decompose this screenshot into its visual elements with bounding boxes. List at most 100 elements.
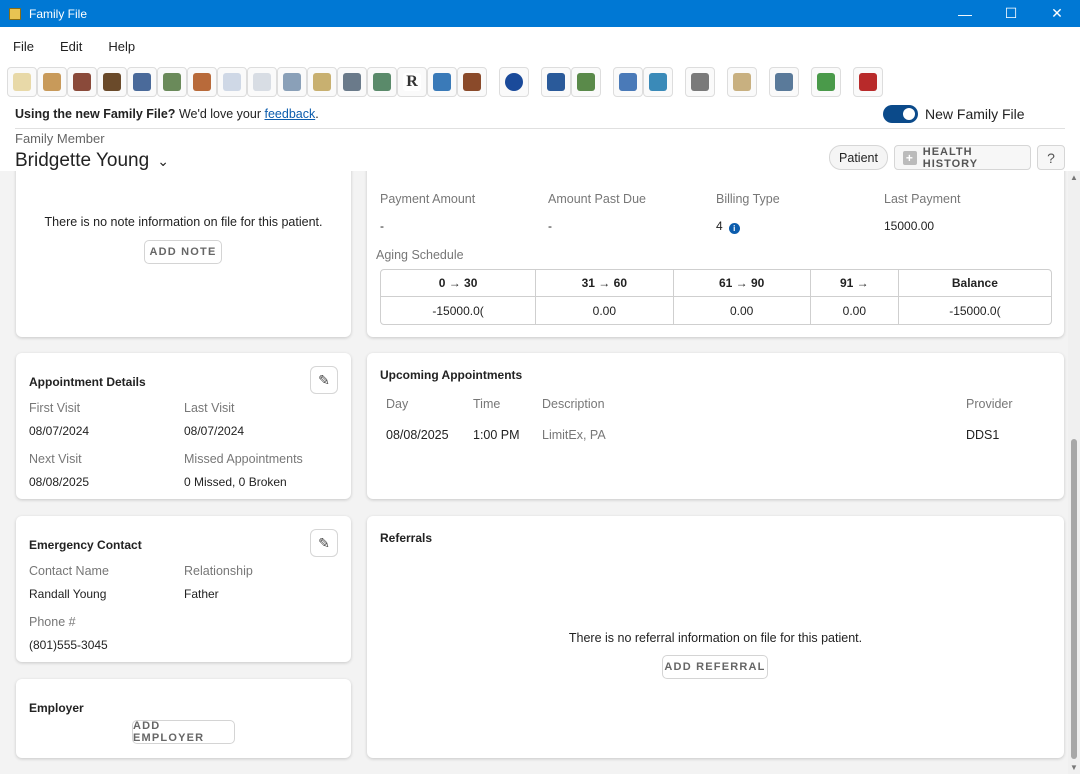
referral-button[interactable]	[811, 67, 841, 97]
referrals-card: Referrals There is no referral informati…	[367, 516, 1064, 758]
notepad-button[interactable]	[37, 67, 67, 97]
scroll-up-icon[interactable]: ▲	[1070, 173, 1078, 182]
menu-edit[interactable]: Edit	[47, 36, 95, 58]
pen-button[interactable]	[427, 67, 457, 97]
reader-icon	[859, 73, 877, 91]
billing-type-field: 4i	[716, 219, 740, 234]
certificate-button[interactable]	[769, 67, 799, 97]
scrollbar-thumb[interactable]	[1071, 439, 1077, 759]
provider-header: Provider	[966, 397, 1013, 411]
add-employer-button[interactable]: ADD EMPLOYER	[132, 720, 235, 744]
card-button[interactable]	[277, 67, 307, 97]
aging-schedule-table: 0 → 30 31 → 60 61 → 90 91 → Balance -150…	[380, 269, 1052, 325]
box-button[interactable]	[457, 67, 487, 97]
payment-amount-label: Payment Amount	[380, 192, 476, 206]
schedule-button[interactable]	[643, 67, 673, 97]
aging-value-row: -15000.0( 0.00 0.00 0.00 -15000.0(	[381, 297, 1051, 324]
appointment-provider[interactable]: DDS1	[966, 428, 999, 442]
scroll-icon	[733, 73, 751, 91]
billing-type-label: Billing Type	[716, 192, 780, 206]
document-icon	[373, 73, 391, 91]
new-family-file-toggle[interactable]	[883, 105, 918, 123]
amount-past-due-value: -	[548, 219, 552, 233]
scroll-down-icon[interactable]: ▼	[1070, 763, 1078, 772]
app-icon	[9, 7, 21, 20]
aging-header-balance: Balance	[898, 270, 1051, 297]
printer-icon	[691, 73, 709, 91]
printer-button[interactable]	[685, 67, 715, 97]
tooth-icon	[13, 73, 31, 91]
form-button[interactable]	[217, 67, 247, 97]
certificate-icon	[775, 73, 793, 91]
chair-icon	[103, 73, 121, 91]
next-visit-label: Next Visit	[29, 452, 82, 466]
info-icon[interactable]: i	[728, 223, 740, 234]
globe-button[interactable]	[157, 67, 187, 97]
aging-header-31-60: 31 → 60	[536, 270, 674, 297]
books-button[interactable]	[67, 67, 97, 97]
document-button[interactable]	[367, 67, 397, 97]
family-member-selector[interactable]: Bridgette Young ⌄	[15, 150, 169, 172]
day-header: Day	[386, 397, 409, 411]
edit-emergency-contact-button[interactable]: ✎	[310, 529, 338, 557]
ledger-button[interactable]	[337, 67, 367, 97]
menu-file[interactable]: File	[0, 36, 47, 58]
description-header: Description	[542, 397, 605, 411]
referral-icon	[817, 73, 835, 91]
person-chart-icon	[547, 73, 565, 91]
reader-button[interactable]	[853, 67, 883, 97]
people-button[interactable]	[571, 67, 601, 97]
info-icon	[505, 73, 523, 91]
money-button[interactable]	[307, 67, 337, 97]
menu-help[interactable]: Help	[95, 36, 148, 58]
appointment-time[interactable]: 1:00 PM	[473, 428, 520, 442]
card-icon	[283, 73, 301, 91]
network-button[interactable]	[613, 67, 643, 97]
referrals-title: Referrals	[380, 531, 433, 545]
rx-button[interactable]: R	[397, 67, 427, 97]
id-card-button[interactable]	[127, 67, 157, 97]
vertical-scrollbar[interactable]: ▲ ▼	[1068, 171, 1080, 774]
patient-button[interactable]: Patient	[829, 145, 888, 170]
tooth-button[interactable]	[7, 67, 37, 97]
aging-value-0-30: -15000.0(	[381, 297, 537, 324]
chair-button[interactable]	[97, 67, 127, 97]
add-note-button[interactable]: ADD NOTE	[144, 240, 222, 264]
aging-schedule-label: Aging Schedule	[376, 248, 464, 262]
phone-label: Phone #	[29, 615, 76, 629]
add-referral-button[interactable]: ADD REFERRAL	[662, 655, 768, 679]
help-button[interactable]: ?	[1037, 145, 1065, 170]
maximize-button[interactable]: ☐	[988, 0, 1034, 27]
feedback-link[interactable]: feedback	[264, 107, 315, 121]
appointment-day[interactable]: 08/08/2025	[386, 428, 449, 442]
scroll-button[interactable]	[727, 67, 757, 97]
money-icon	[313, 73, 331, 91]
appointment-details-card: Appointment Details ✎ First Visit 08/07/…	[16, 353, 351, 499]
person-chart-button[interactable]	[541, 67, 571, 97]
info-button[interactable]	[499, 67, 529, 97]
health-history-button[interactable]: + HEALTH HISTORY	[894, 145, 1031, 170]
network-icon	[619, 73, 637, 91]
aging-value-91-plus: 0.00	[811, 297, 899, 324]
emergency-contact-title: Emergency Contact	[29, 538, 142, 552]
missed-appointments-label: Missed Appointments	[184, 452, 303, 466]
close-button[interactable]: ✕	[1034, 0, 1080, 27]
brush-button[interactable]	[187, 67, 217, 97]
id-card-icon	[133, 73, 151, 91]
banner-text: We'd love your	[178, 107, 261, 121]
pencil-icon: ✎	[318, 371, 330, 388]
form-blank-button[interactable]	[247, 67, 277, 97]
edit-appointment-details-button[interactable]: ✎	[310, 366, 338, 394]
minimize-button[interactable]: —	[942, 0, 988, 27]
globe-icon	[163, 73, 181, 91]
employer-card: Employer ADD EMPLOYER	[16, 679, 351, 758]
appointment-description[interactable]: LimitEx, PA	[542, 428, 606, 442]
content-area: There is no note information on file for…	[0, 171, 1068, 774]
emergency-contact-card: Emergency Contact ✎ Contact Name Randall…	[16, 516, 351, 662]
